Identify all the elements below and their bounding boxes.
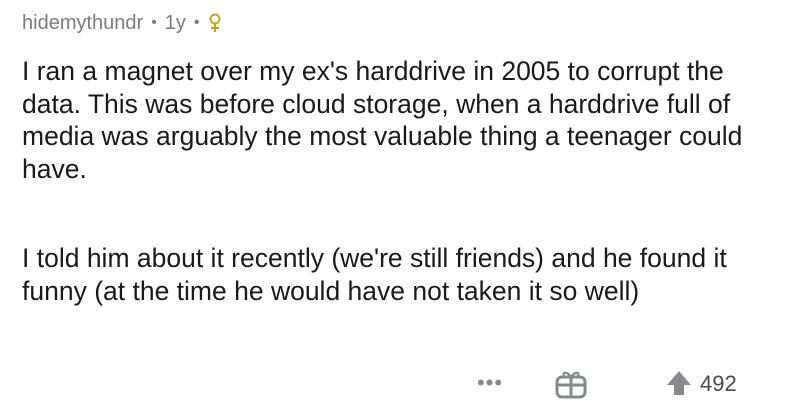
separator-dot: • bbox=[193, 14, 200, 31]
comment-actions: ••• 492 bbox=[0, 364, 800, 404]
gift-icon bbox=[555, 371, 587, 399]
vote-score: 492 bbox=[700, 371, 737, 396]
comment-age: 1y bbox=[164, 11, 186, 34]
upvote-arrow-icon bbox=[667, 371, 691, 395]
female-sign-icon bbox=[208, 13, 222, 33]
comment: hidemythundr • 1y • I ran a magnet over … bbox=[0, 0, 800, 418]
award-button[interactable] bbox=[554, 368, 588, 400]
separator-dot: • bbox=[151, 14, 157, 31]
comment-body: I ran a magnet over my ex's harddrive in… bbox=[22, 55, 782, 307]
username-link[interactable]: hidemythundr bbox=[22, 12, 143, 35]
comment-paragraph: I told him about it recently (we're stil… bbox=[22, 243, 727, 306]
comment-meta: hidemythundr • 1y • bbox=[22, 8, 222, 38]
comment-paragraph: I ran a magnet over my ex's harddrive in… bbox=[22, 56, 743, 184]
upvote-button[interactable] bbox=[664, 368, 694, 398]
more-options-button[interactable]: ••• bbox=[470, 368, 510, 398]
